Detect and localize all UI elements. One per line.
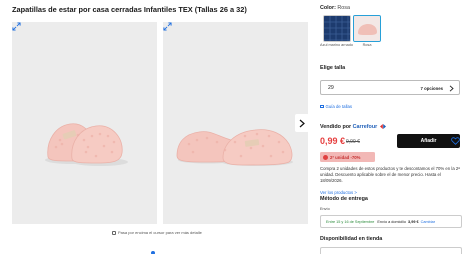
promo-description: Compra 2 unidades de estos productos y t…	[320, 166, 460, 183]
chevron-right-icon	[449, 85, 454, 92]
zoom-icon	[112, 230, 116, 235]
delivery-text: Envío a domicilio	[377, 219, 407, 224]
store-availability-box[interactable]	[320, 247, 462, 254]
size-selected-value: 29	[328, 85, 334, 91]
size-label: Elige talla	[320, 65, 346, 71]
size-guide-link[interactable]: Guía de tallas	[320, 104, 352, 109]
slippers-side-illustration	[176, 129, 293, 166]
delivery-option[interactable]: Entre 15 y 16 de Septiembre Envío a domi…	[320, 215, 462, 228]
color-swatch-pink-label: Rosa	[362, 43, 372, 47]
navy-pattern-swatch	[324, 16, 350, 41]
slippers-front-illustration	[45, 123, 128, 166]
product-title: Zapatillas de estar por casa cerradas In…	[12, 5, 247, 14]
gallery-pagination	[151, 242, 155, 254]
size-select[interactable]: 29 7 opciones	[320, 80, 460, 95]
expand-icon[interactable]	[12, 22, 21, 31]
color-selected-value: Rosa	[337, 5, 350, 11]
delivery-method-title: Método de entrega	[320, 196, 368, 202]
change-delivery-link[interactable]: Cambiar	[421, 220, 435, 224]
size-guide-text: Guía de tallas	[325, 104, 353, 109]
heart-icon[interactable]	[451, 137, 460, 145]
product-image-front[interactable]	[12, 22, 157, 224]
color-swatch-navy[interactable]	[323, 15, 351, 42]
ruler-icon	[320, 105, 324, 108]
color-label-text: Color:	[320, 5, 336, 11]
pink-slipper-swatch	[354, 16, 380, 41]
gallery-next-button[interactable]	[295, 114, 309, 132]
size-options-count: 7 opciones	[420, 85, 443, 91]
color-swatch-pink[interactable]	[353, 15, 381, 42]
seller-name[interactable]: Carrefour	[353, 124, 378, 130]
zoom-hint-text: Pasa por encima el cursor para ver más d…	[118, 230, 202, 235]
seller-info: Vendido por Carrefour	[320, 124, 386, 130]
color-label: Color: Rosa	[320, 5, 350, 11]
chevron-right-icon	[299, 119, 305, 127]
discount-icon	[323, 154, 328, 160]
current-price: 0,99 €	[320, 136, 346, 146]
image-gallery	[12, 22, 309, 224]
promo-products-link[interactable]: Ver los productos >	[320, 190, 357, 195]
expand-icon[interactable]	[163, 22, 172, 31]
promo-badge-text: 2ª unidad -70%	[330, 154, 361, 160]
product-info-panel: Color: Rosa Azul marino arnado Rosa Elig…	[320, 0, 470, 254]
carrefour-logo-icon	[379, 124, 386, 129]
promo-badge: 2ª unidad -70%	[320, 152, 375, 162]
store-availability-title: Disponibilidad en tienda	[320, 236, 383, 242]
delivery-date: Entre 15 y 16 de Septiembre	[326, 219, 375, 224]
color-swatch-navy-label: Azul marino arnado	[320, 43, 353, 47]
shipping-label: Envío	[320, 207, 330, 211]
delivery-price: 3,99 €	[408, 219, 419, 224]
zoom-hint: Pasa por encima el cursor para ver más d…	[112, 230, 202, 235]
seller-prefix: Vendido por	[320, 124, 352, 130]
old-price: 9,99 €	[346, 138, 360, 145]
product-image-side[interactable]	[163, 22, 308, 224]
